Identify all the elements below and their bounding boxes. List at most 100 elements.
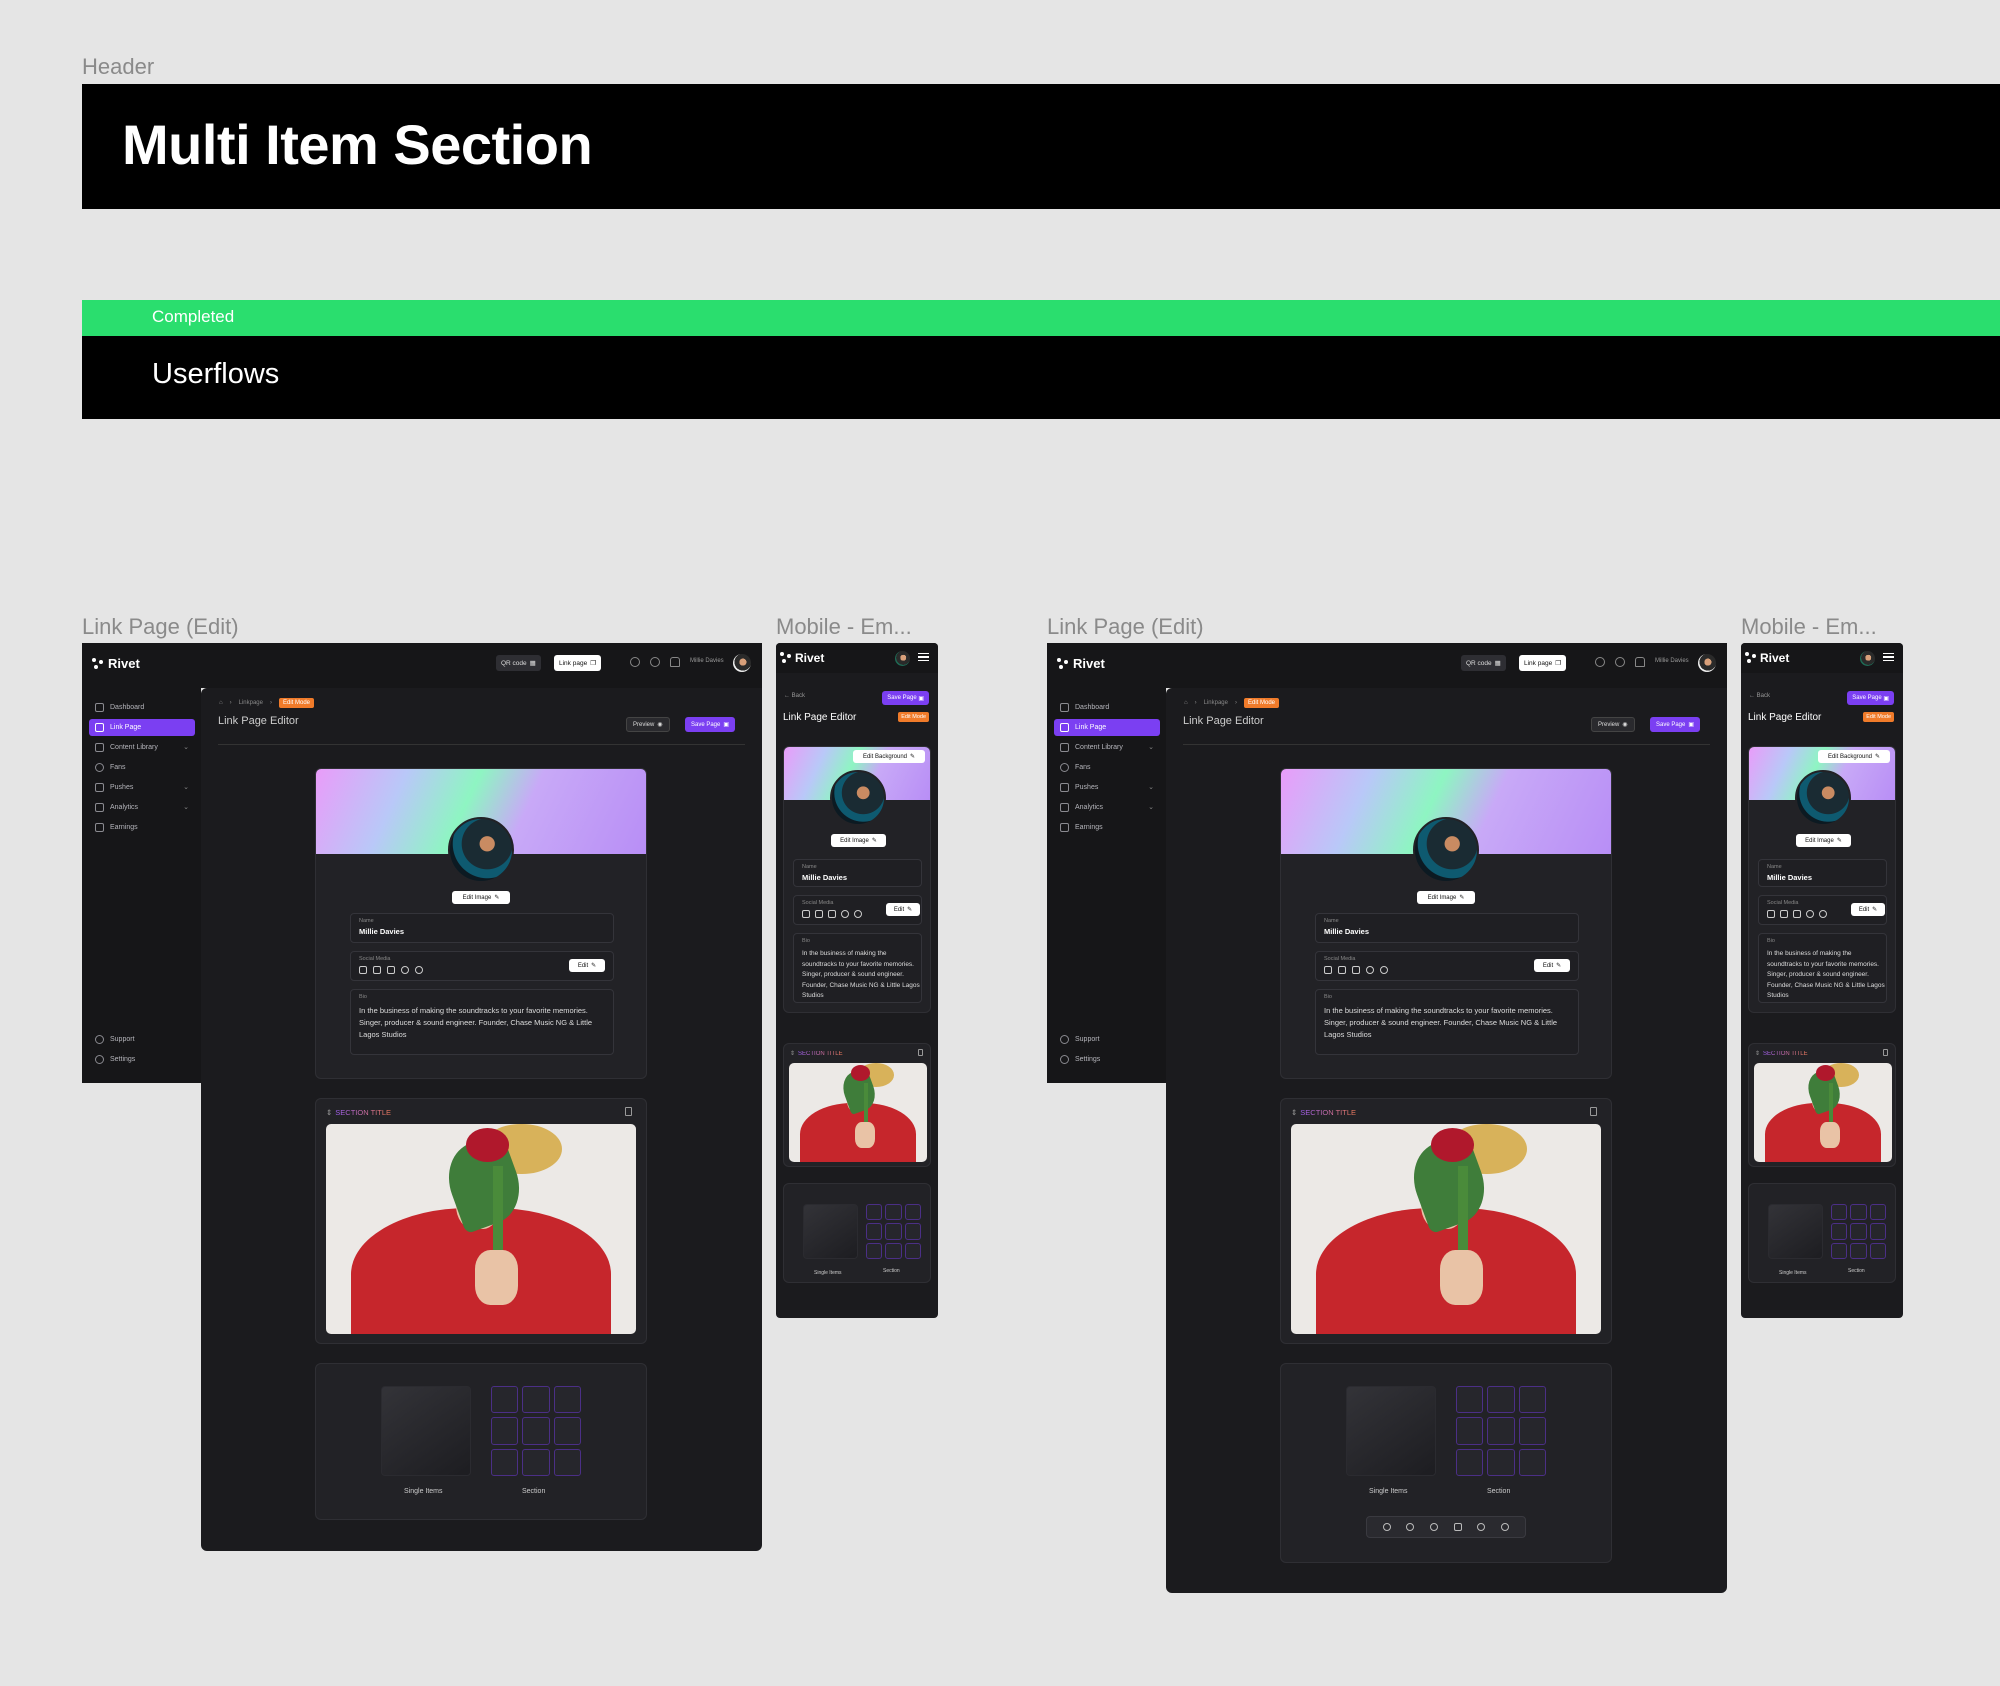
edit-image-button[interactable]: Edit Image ✎ bbox=[831, 834, 886, 847]
profile-image[interactable] bbox=[1795, 770, 1851, 826]
sidebar-item-earnings[interactable]: Earnings bbox=[89, 819, 195, 836]
search-icon[interactable] bbox=[630, 657, 640, 667]
preview-button[interactable]: Preview ◉ bbox=[626, 717, 670, 732]
twitter-icon[interactable] bbox=[828, 910, 836, 918]
spotify-icon[interactable] bbox=[1430, 1523, 1439, 1531]
spotify-icon[interactable] bbox=[1366, 966, 1374, 974]
trash-icon[interactable] bbox=[625, 1107, 632, 1116]
frame-label-desktop-b[interactable]: Link Page (Edit) bbox=[1047, 614, 1204, 640]
save-page-button[interactable]: Save Page ▣ bbox=[882, 691, 929, 705]
instagram-icon[interactable] bbox=[359, 966, 367, 974]
section-tile[interactable] bbox=[1831, 1204, 1886, 1259]
link-page-button[interactable]: Link page ❐ bbox=[554, 655, 602, 671]
preview-button[interactable]: Preview ◉ bbox=[1591, 717, 1635, 732]
sidebar-item-content-library[interactable]: Content Library ⌄ bbox=[1054, 739, 1160, 756]
breadcrumb-linkpage[interactable]: Linkpage bbox=[1204, 700, 1228, 706]
sidebar-item-link-page[interactable]: Link Page bbox=[1054, 719, 1160, 736]
youtube-icon[interactable] bbox=[1338, 966, 1346, 974]
link-icon[interactable] bbox=[1501, 1523, 1510, 1531]
rivet-logo[interactable]: Rivet bbox=[1057, 656, 1105, 671]
youtube-icon[interactable] bbox=[373, 966, 381, 974]
save-page-button[interactable]: Save Page ▣ bbox=[685, 717, 736, 732]
qr-code-button[interactable]: QR code ▦ bbox=[1461, 655, 1506, 671]
sidebar-item-pushes[interactable]: Pushes ⌄ bbox=[89, 779, 195, 796]
back-button[interactable]: ← Back bbox=[784, 693, 805, 699]
spotify-icon[interactable] bbox=[841, 910, 849, 918]
trash-icon[interactable] bbox=[1883, 1049, 1888, 1056]
edit-image-button[interactable]: Edit Image ✎ bbox=[1417, 891, 1475, 904]
single-items-tile[interactable] bbox=[1346, 1386, 1436, 1476]
edit-social-button[interactable]: Edit ✎ bbox=[1851, 903, 1885, 916]
bio-field[interactable]: Bio In the business of making the soundtr… bbox=[350, 989, 614, 1055]
sidebar-item-support[interactable]: Support bbox=[1054, 1031, 1160, 1048]
trash-icon[interactable] bbox=[918, 1049, 923, 1056]
save-page-button[interactable]: Save Page ▣ bbox=[1847, 691, 1894, 705]
twitter-icon[interactable] bbox=[387, 966, 395, 974]
sidebar-item-analytics[interactable]: Analytics ⌄ bbox=[1054, 799, 1160, 816]
trash-icon[interactable] bbox=[1590, 1107, 1597, 1116]
avatar[interactable] bbox=[895, 651, 910, 666]
back-button[interactable]: ← Back bbox=[1749, 693, 1770, 699]
sidebar-item-earnings[interactable]: Earnings bbox=[1054, 819, 1160, 836]
bio-field[interactable]: Bio In the business of making the soundtr… bbox=[793, 933, 922, 1003]
section-image[interactable] bbox=[1754, 1063, 1892, 1162]
apple-icon[interactable] bbox=[1406, 1523, 1415, 1531]
frame-label-mobile-b[interactable]: Mobile - Em... bbox=[1741, 614, 1877, 640]
frame-label-mobile-a[interactable]: Mobile - Em... bbox=[776, 614, 912, 640]
apple-icon[interactable] bbox=[854, 910, 862, 918]
drag-handle-icon[interactable]: ⇕ bbox=[1291, 1108, 1297, 1117]
sidebar-item-content-library[interactable]: Content Library ⌄ bbox=[89, 739, 195, 756]
section-tile[interactable] bbox=[866, 1204, 921, 1259]
search-icon[interactable] bbox=[1595, 657, 1605, 667]
section-title[interactable]: SECTION TITLE bbox=[798, 1051, 843, 1057]
edit-background-button[interactable]: Edit Background ✎ bbox=[853, 750, 925, 763]
section-title[interactable]: SECTION TITLE bbox=[1763, 1051, 1808, 1057]
frame-label-desktop-a[interactable]: Link Page (Edit) bbox=[82, 614, 239, 640]
soundcloud-icon[interactable] bbox=[1382, 1523, 1391, 1531]
spotify-icon[interactable] bbox=[401, 966, 409, 974]
home-icon[interactable]: ⌂ bbox=[219, 700, 223, 706]
twitter-icon[interactable] bbox=[1793, 910, 1801, 918]
name-field[interactable]: Name Millie Davies bbox=[793, 859, 922, 887]
bio-field[interactable]: Bio In the business of making the soundtr… bbox=[1315, 989, 1579, 1055]
twitter-icon[interactable] bbox=[1352, 966, 1360, 974]
section-tile[interactable] bbox=[491, 1386, 581, 1476]
single-items-tile[interactable] bbox=[381, 1386, 471, 1476]
instagram-icon[interactable] bbox=[1767, 910, 1775, 918]
youtube-icon[interactable] bbox=[1780, 910, 1788, 918]
section-image[interactable] bbox=[326, 1124, 636, 1334]
apple-icon[interactable] bbox=[1819, 910, 1827, 918]
apple-icon[interactable] bbox=[1380, 966, 1388, 974]
single-items-tile[interactable] bbox=[1768, 1204, 1823, 1259]
profile-image[interactable] bbox=[830, 770, 886, 826]
edit-image-button[interactable]: Edit Image ✎ bbox=[1796, 834, 1851, 847]
sidebar-item-analytics[interactable]: Analytics ⌄ bbox=[89, 799, 195, 816]
rivet-logo[interactable]: Rivet bbox=[92, 656, 140, 671]
breadcrumb-linkpage[interactable]: Linkpage bbox=[239, 700, 263, 706]
section-image[interactable] bbox=[789, 1063, 927, 1162]
sidebar-item-settings[interactable]: Settings bbox=[1054, 1051, 1160, 1068]
edit-social-button[interactable]: Edit ✎ bbox=[569, 959, 605, 972]
section-title[interactable]: SECTION TITLE bbox=[1300, 1108, 1356, 1117]
avatar[interactable] bbox=[1860, 651, 1875, 666]
name-field[interactable]: Name Millie Davies bbox=[350, 913, 614, 943]
sidebar-item-fans[interactable]: Fans bbox=[1054, 759, 1160, 776]
section-title[interactable]: SECTION TITLE bbox=[335, 1108, 391, 1117]
bell-icon[interactable] bbox=[670, 657, 680, 667]
spotify-icon[interactable] bbox=[1806, 910, 1814, 918]
edit-social-button[interactable]: Edit ✎ bbox=[886, 903, 920, 916]
drag-handle-icon[interactable]: ⇕ bbox=[1755, 1050, 1760, 1057]
avatar[interactable] bbox=[1698, 654, 1716, 672]
gear-icon[interactable] bbox=[650, 657, 660, 667]
sidebar-item-dashboard[interactable]: Dashboard bbox=[89, 699, 195, 716]
edit-background-button[interactable]: Edit Background ✎ bbox=[1818, 750, 1890, 763]
qr-code-button[interactable]: QR code ▦ bbox=[496, 655, 541, 671]
name-field[interactable]: Name Millie Davies bbox=[1758, 859, 1887, 887]
bio-field[interactable]: Bio In the business of making the soundtr… bbox=[1758, 933, 1887, 1003]
bell-icon[interactable] bbox=[1635, 657, 1645, 667]
name-field[interactable]: Name Millie Davies bbox=[1315, 913, 1579, 943]
single-items-tile[interactable] bbox=[803, 1204, 858, 1259]
drag-handle-icon[interactable]: ⇕ bbox=[326, 1108, 332, 1117]
menu-icon[interactable] bbox=[1883, 653, 1894, 661]
profile-image[interactable] bbox=[448, 817, 514, 883]
